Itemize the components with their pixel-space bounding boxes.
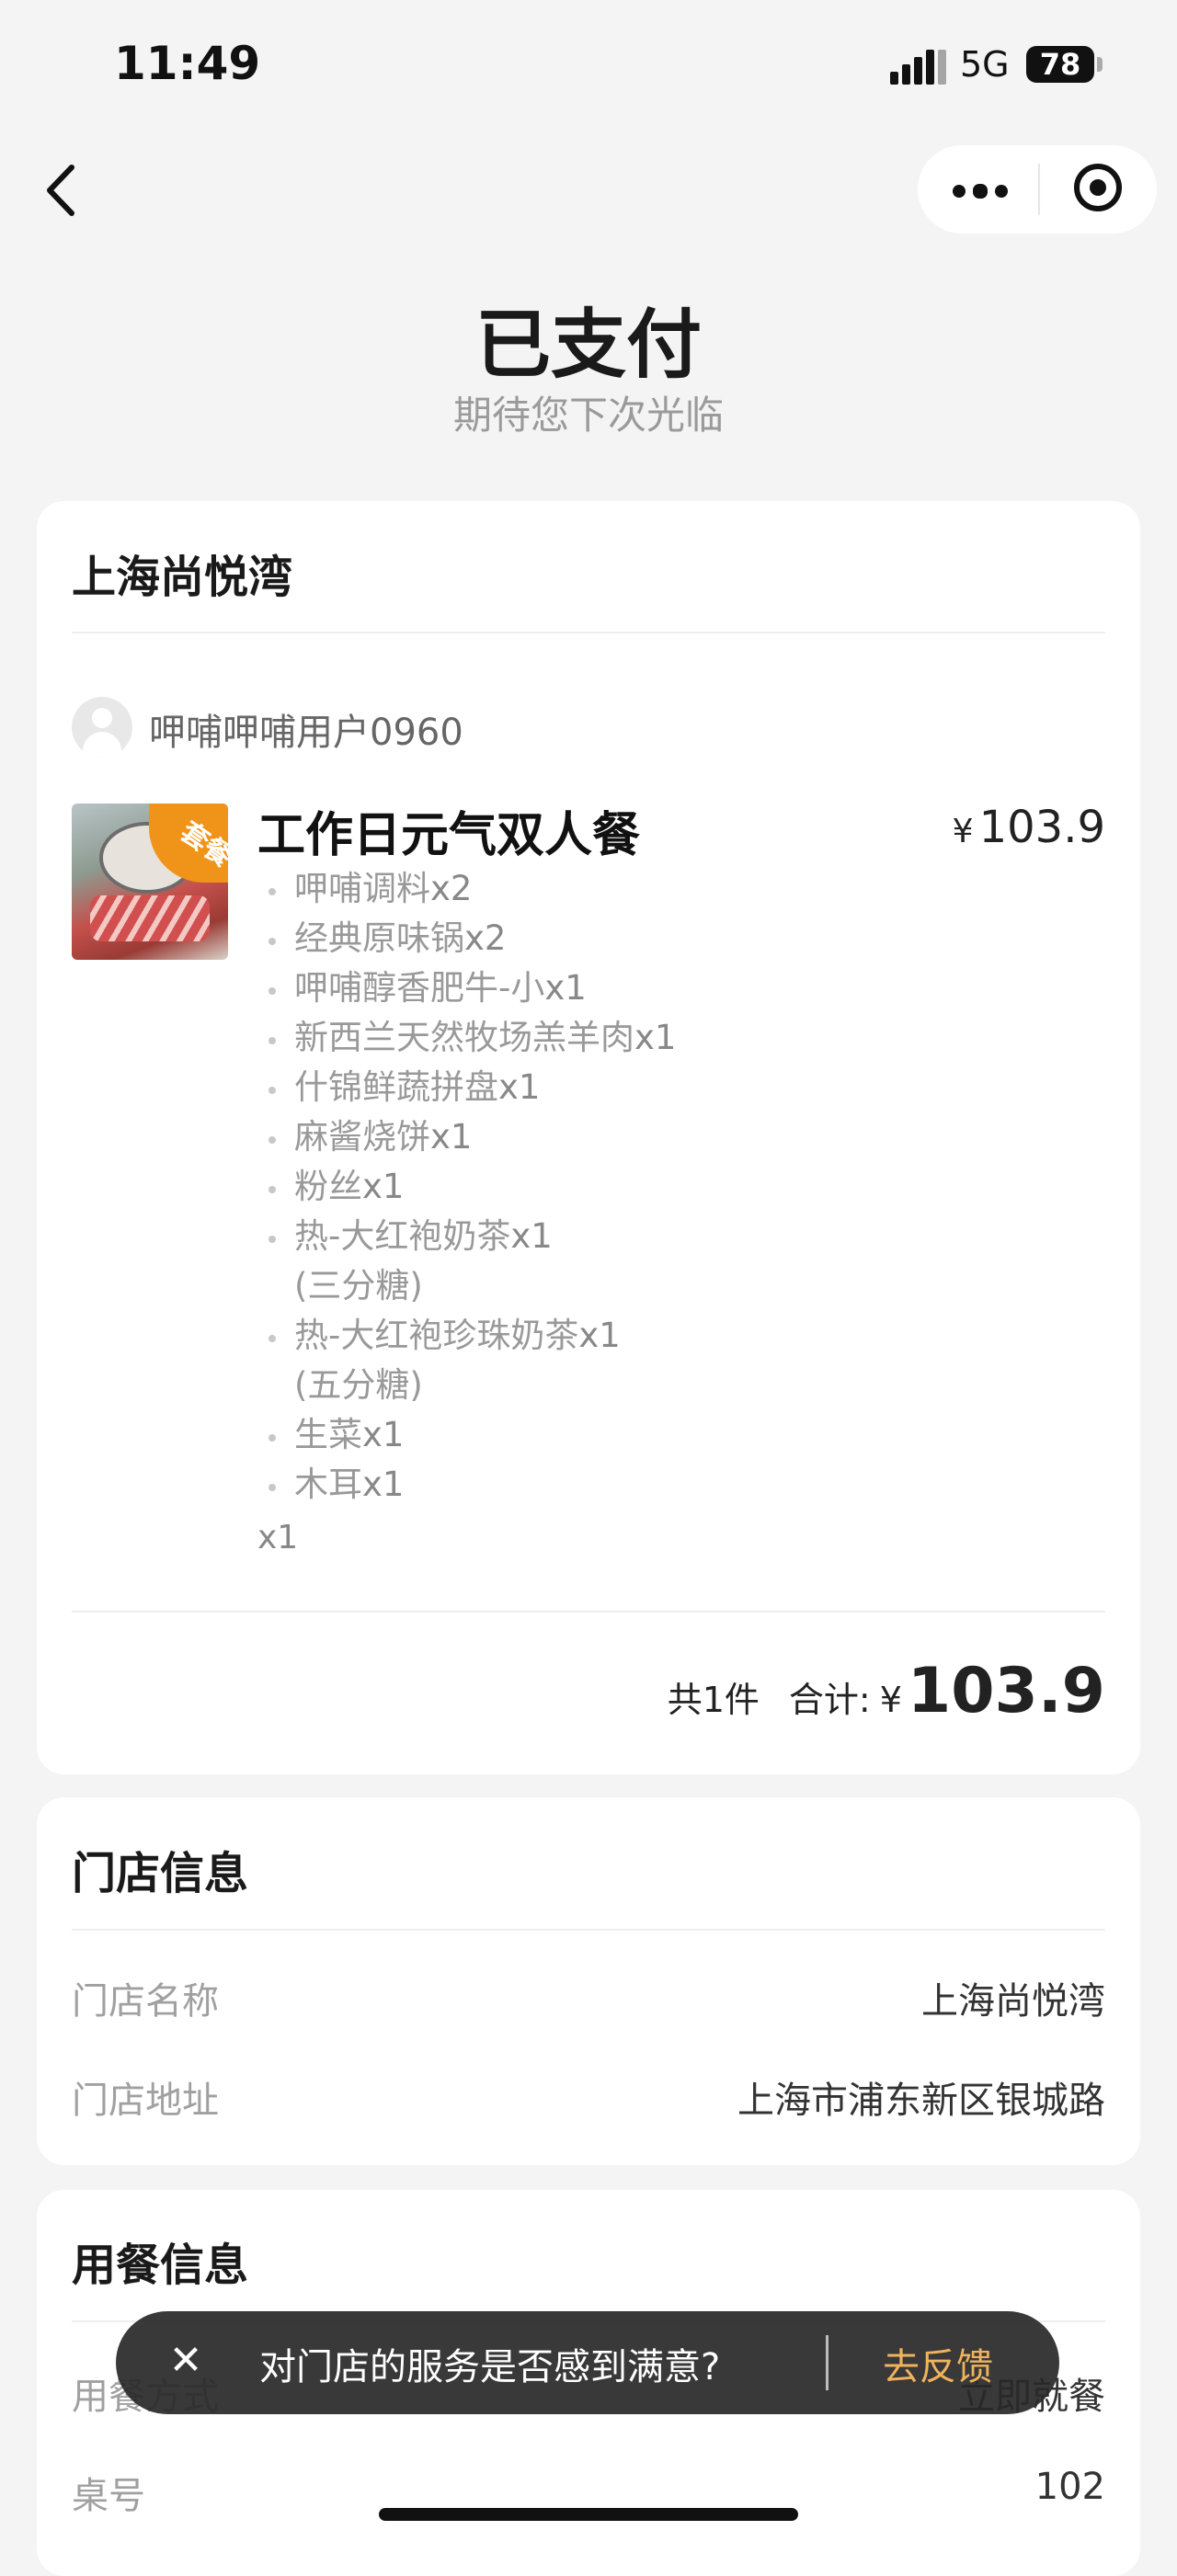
signal-icon [890,48,947,85]
feedback-button[interactable]: 去反馈 [883,2337,993,2390]
combo-component-item: 呷哺醇香肥牛-小x1 [269,963,676,1013]
component-name: 生菜 [294,1415,362,1454]
total-label: 合计: [788,1680,871,1720]
divider [72,1611,1105,1613]
user-name: 呷哺呷哺用户0960 [149,712,463,754]
component-name: 木耳 [294,1465,362,1504]
combo-component-item: 经典原味锅x2 [269,914,676,963]
item-name: 工作日元气双人餐 [257,808,641,863]
more-menu-button[interactable] [953,181,1008,199]
combo-component-item: 木耳x1 [269,1460,676,1510]
combo-component-item: 什锦鲜蔬拼盘x1 [269,1063,676,1112]
component-name: 什锦鲜蔬拼盘 [294,1067,498,1107]
component-qty: x1 [430,1117,473,1157]
dining-info-title: 用餐信息 [72,2240,249,2291]
combo-component-item: 生菜x1 [269,1410,676,1460]
component-note: (五分糖) [294,1365,423,1405]
item-price: ¥103.9 [952,802,1105,853]
component-name: 呷哺调料 [294,869,430,908]
table-number-value: 102 [1034,2466,1105,2508]
combo-component-item: 粉丝x1 [269,1162,676,1212]
item-image: 套餐 [72,804,228,960]
component-qty: x2 [464,918,507,958]
divider [72,1929,1105,1931]
item-quantity: x1 [257,1519,299,1556]
combo-component-item: 呷哺调料x2 [269,864,676,914]
target-icon [1090,179,1106,196]
component-name: 热-大红袍珍珠奶茶 [294,1316,579,1355]
feedback-prompt: 对门店的服务是否感到满意? [259,2346,721,2388]
item-count: 共1件 [667,1680,760,1720]
component-qty: x1 [362,1465,405,1504]
component-qty: x1 [510,1216,553,1256]
home-indicator[interactable] [379,2508,798,2521]
component-name: 粉丝 [294,1167,362,1206]
component-qty: x1 [544,968,587,1008]
component-qty: x1 [634,1018,677,1057]
combo-component-item: 热-大红袍奶茶x1 (三分糖) [269,1212,676,1311]
combo-component-item: 新西兰天然牧场羔羊肉x1 [269,1013,676,1063]
store-name-label: 门店名称 [72,1980,219,2023]
component-qty: x2 [430,869,473,908]
component-qty: x1 [362,1415,405,1454]
status-time: 11:49 [114,37,261,90]
payment-subtitle: 期待您下次光临 [452,393,724,438]
component-qty: x1 [362,1167,405,1206]
component-name: 热-大红袍奶茶 [294,1216,511,1256]
network-type: 5G [960,44,1010,85]
capsule-divider [1038,164,1040,215]
component-name: 呷哺醇香肥牛-小 [294,968,545,1008]
combo-component-item: 麻酱烧饼x1 [269,1112,676,1162]
toast-divider [826,2335,828,2390]
component-name: 麻酱烧饼 [294,1117,430,1157]
back-button[interactable] [40,158,81,222]
payment-status: 已支付 [474,302,702,389]
close-icon[interactable]: ✕ [160,2335,211,2387]
component-note: (三分糖) [294,1266,423,1305]
component-qty: x1 [578,1316,621,1355]
store-address-value[interactable]: 上海市浦东新区银城路 [737,2070,1105,2124]
order-total: 共1件 合计: ¥ 103.9 [668,1655,1105,1727]
component-name: 新西兰天然牧场羔羊肉 [294,1018,634,1057]
store-info-title: 门店信息 [72,1848,249,1899]
order-store-name: 上海尚悦湾 [72,552,293,603]
battery-cap [1097,57,1103,72]
combo-component-item: 热-大红袍珍珠奶茶x1 (五分糖) [269,1311,676,1410]
battery-icon: 78 [1026,46,1094,83]
divider [72,632,1105,633]
combo-component-list: 呷哺调料x2 经典原味锅x2 呷哺醇香肥牛-小x1 新西兰天然牧场羔羊肉x1 什锦鲜蔬拼… [269,864,676,1510]
table-number-label: 桌号 [72,2475,145,2517]
total-amount: 103.9 [907,1655,1105,1727]
store-address-label: 门店地址 [72,2080,219,2122]
store-name-value: 上海尚悦湾 [921,1980,1105,2023]
component-name: 经典原味锅 [294,918,464,958]
avatar [72,697,132,758]
total-currency: ¥ [879,1680,902,1720]
component-qty: x1 [498,1067,541,1107]
